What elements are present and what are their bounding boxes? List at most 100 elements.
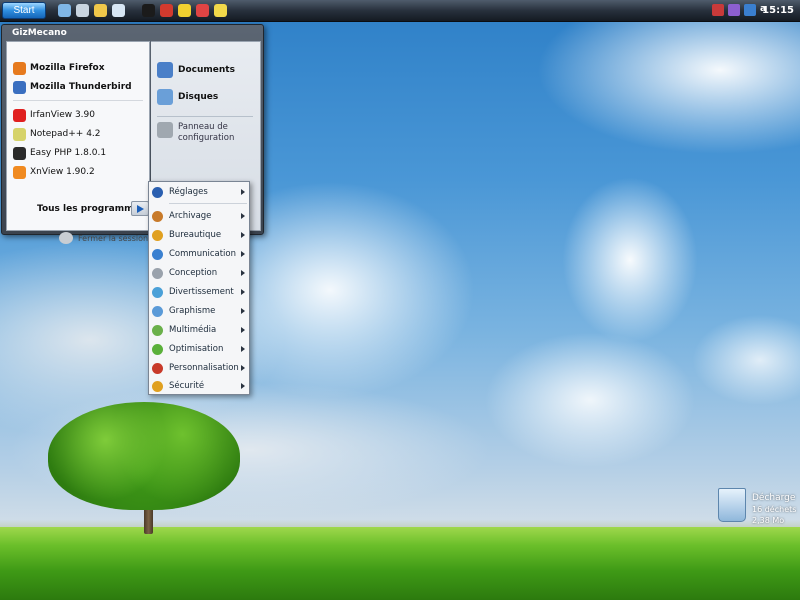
recycle-bin-icon[interactable] bbox=[718, 488, 746, 522]
easyphp-icon bbox=[13, 146, 26, 160]
submenu-item-label: Optimisation bbox=[169, 344, 224, 354]
submenu-item-label: Sécurité bbox=[169, 381, 205, 391]
speaker-icon[interactable] bbox=[744, 4, 756, 16]
submenu-item-label: Réglages bbox=[169, 187, 208, 197]
trash-icon[interactable] bbox=[76, 4, 89, 17]
submenu-item-multimedia[interactable]: Multimédia bbox=[149, 321, 249, 339]
submenu-item-label: Communication bbox=[169, 249, 236, 259]
submenu-item-reglages[interactable]: Réglages bbox=[149, 183, 249, 201]
chevron-right-icon bbox=[241, 365, 245, 371]
recycle-bin-label[interactable]: Décharge 16 déchets 2,38 Mo bbox=[752, 493, 796, 526]
start-button[interactable]: Start bbox=[2, 2, 46, 19]
network-icon[interactable] bbox=[728, 4, 740, 16]
flag-icon[interactable] bbox=[712, 4, 724, 16]
submenu-item-label: Divertissement bbox=[169, 287, 234, 297]
security-icon bbox=[152, 380, 163, 392]
recycle-bin-size: 2,38 Mo bbox=[752, 516, 785, 525]
submenu-item-personnalisation[interactable]: Personnalisation bbox=[149, 359, 249, 377]
chevron-right-icon bbox=[241, 327, 245, 333]
info-icon bbox=[152, 186, 163, 198]
optimization-icon bbox=[152, 343, 163, 355]
submenu-item-optimisation[interactable]: Optimisation bbox=[149, 340, 249, 358]
submenu-item-communication[interactable]: Communication bbox=[149, 245, 249, 263]
all-programs-arrow-icon[interactable] bbox=[131, 201, 149, 216]
recent-item-xnview[interactable]: XnView 1.90.2 bbox=[13, 164, 95, 180]
clock[interactable]: 15:15 bbox=[762, 0, 794, 22]
yellow-flower-icon[interactable] bbox=[178, 4, 191, 17]
control-panel-link[interactable]: Panneau de configuration bbox=[157, 122, 234, 144]
notepad-icon bbox=[13, 127, 26, 141]
all-programs-label[interactable]: Tous les programmes bbox=[37, 204, 145, 214]
chevron-right-icon bbox=[241, 251, 245, 257]
desktop-icon[interactable] bbox=[58, 4, 71, 17]
submenu-item-label: Conception bbox=[169, 268, 218, 278]
taskbar: Start a 15:15 bbox=[0, 0, 800, 22]
submenu-item-graphisme[interactable]: Graphisme bbox=[149, 302, 249, 320]
chevron-right-icon bbox=[241, 270, 245, 276]
recent-item-easyphp[interactable]: Easy PHP 1.8.0.1 bbox=[13, 145, 106, 161]
submenu-item-bureautique[interactable]: Bureautique bbox=[149, 226, 249, 244]
submenu-item-label: Personnalisation bbox=[169, 363, 239, 373]
disks-label: Disques bbox=[178, 92, 219, 102]
control-panel-line1: Panneau de bbox=[178, 122, 228, 132]
conception-icon bbox=[152, 267, 163, 279]
yellow-smiley-icon[interactable] bbox=[214, 4, 227, 17]
folder-icon[interactable] bbox=[94, 4, 107, 17]
recent-item-label: IrfanView 3.90 bbox=[30, 110, 95, 120]
submenu-item-archivage[interactable]: Archivage bbox=[149, 207, 249, 225]
search-icon bbox=[157, 89, 173, 105]
start-menu-left-pane: Mozilla Firefox Mozilla Thunderbird Irfa… bbox=[6, 41, 150, 244]
logout-button[interactable]: Fermer la session bbox=[59, 232, 148, 244]
submenu-item-label: Archivage bbox=[169, 211, 212, 221]
recent-item-notepad[interactable]: Notepad++ 4.2 bbox=[13, 126, 101, 142]
office-icon bbox=[152, 229, 163, 241]
entertainment-icon bbox=[152, 286, 163, 298]
firefox-icon bbox=[13, 61, 26, 75]
submenu-item-label: Bureautique bbox=[169, 230, 222, 240]
irfanview-icon bbox=[13, 108, 26, 122]
black-oval-icon[interactable] bbox=[142, 4, 155, 17]
chevron-right-icon bbox=[241, 189, 245, 195]
graphics-icon bbox=[152, 305, 163, 317]
chevron-right-icon bbox=[241, 308, 245, 314]
personalization-icon bbox=[152, 362, 163, 374]
communication-icon bbox=[152, 248, 163, 260]
recent-item-irfanview[interactable]: IrfanView 3.90 bbox=[13, 107, 95, 123]
archive-icon bbox=[152, 210, 163, 222]
submenu-item-label: Graphisme bbox=[169, 306, 216, 316]
submenu-item-divertissement[interactable]: Divertissement bbox=[149, 283, 249, 301]
recycle-bin-count: 16 déchets bbox=[752, 505, 797, 514]
chevron-right-icon bbox=[241, 213, 245, 219]
grass-field bbox=[0, 527, 800, 600]
documents-link[interactable]: Documents bbox=[157, 62, 235, 78]
pinned-item-firefox[interactable]: Mozilla Firefox bbox=[13, 60, 105, 76]
submenu-item-securite[interactable]: Sécurité bbox=[149, 377, 249, 395]
submenu-item-conception[interactable]: Conception bbox=[149, 264, 249, 282]
pinned-item-thunderbird[interactable]: Mozilla Thunderbird bbox=[13, 79, 132, 95]
recent-item-label: Notepad++ 4.2 bbox=[30, 129, 101, 139]
chevron-right-icon bbox=[241, 346, 245, 352]
logout-label: Fermer la session bbox=[78, 233, 149, 243]
wrench-icon bbox=[157, 122, 173, 138]
recycle-bin-name: Décharge bbox=[752, 493, 796, 503]
tree-crown bbox=[48, 402, 240, 510]
start-menu-title: GizMecano bbox=[12, 28, 67, 38]
chevron-right-icon bbox=[241, 383, 245, 389]
pinned-item-label: Mozilla Thunderbird bbox=[30, 82, 132, 92]
control-panel-line2: configuration bbox=[178, 133, 235, 143]
chevron-right-icon bbox=[241, 232, 245, 238]
xnview-icon bbox=[13, 165, 26, 179]
chevron-right-icon bbox=[241, 289, 245, 295]
multimedia-icon bbox=[152, 324, 163, 336]
red-mouse-icon[interactable] bbox=[196, 4, 209, 17]
red-shield-icon[interactable] bbox=[160, 4, 173, 17]
globe-icon[interactable] bbox=[112, 4, 125, 17]
pinned-item-label: Mozilla Firefox bbox=[30, 63, 105, 73]
recent-item-label: Easy PHP 1.8.0.1 bbox=[30, 148, 107, 158]
separator bbox=[13, 100, 143, 101]
programs-submenu: Réglages Archivage Bureautique Communica… bbox=[148, 181, 250, 395]
thunderbird-icon bbox=[13, 80, 26, 94]
recent-item-label: XnView 1.90.2 bbox=[30, 167, 95, 177]
separator bbox=[169, 203, 247, 204]
disks-link[interactable]: Disques bbox=[157, 89, 218, 105]
